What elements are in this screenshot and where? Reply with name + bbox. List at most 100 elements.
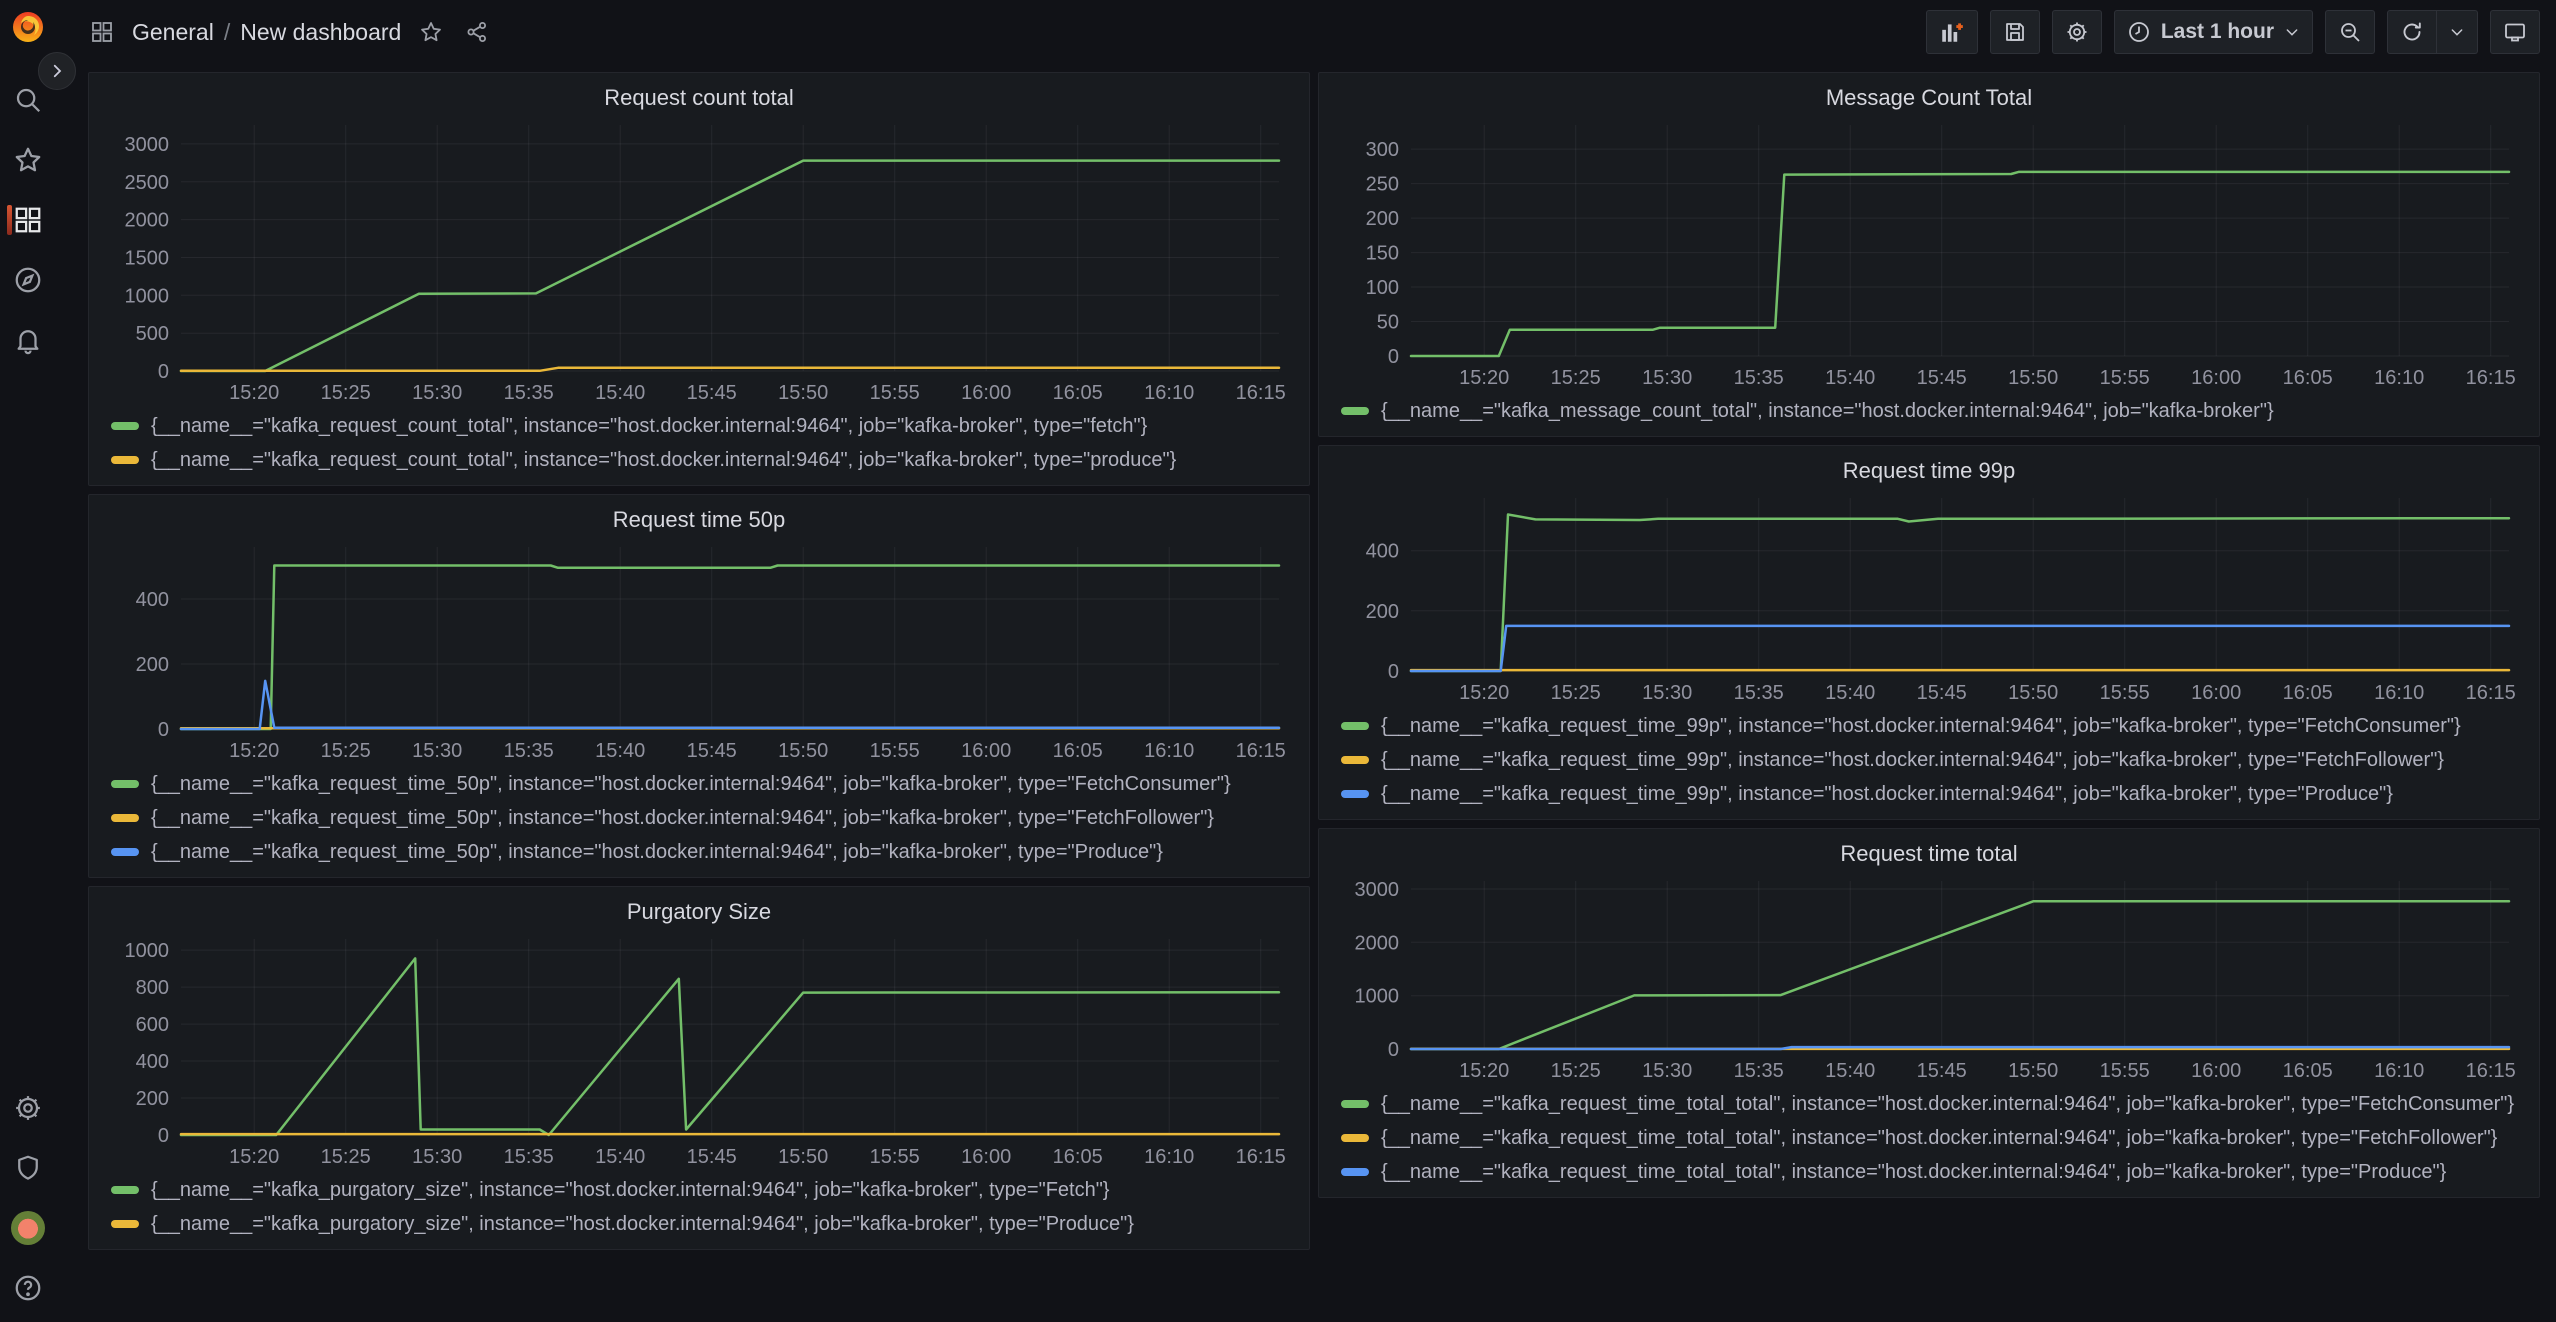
legend: {__name__="kafka_request_time_total_tota… bbox=[1335, 1085, 2523, 1191]
user-avatar bbox=[11, 1211, 45, 1245]
legend-item[interactable]: {__name__="kafka_request_time_50p", inst… bbox=[111, 767, 1293, 801]
zoom-out-button[interactable] bbox=[2325, 10, 2375, 54]
svg-text:400: 400 bbox=[136, 1051, 169, 1073]
svg-text:15:20: 15:20 bbox=[229, 740, 279, 762]
legend-item[interactable]: {__name__="kafka_request_time_total_tota… bbox=[1341, 1087, 2523, 1121]
legend-item[interactable]: {__name__="kafka_purgatory_size", instan… bbox=[111, 1173, 1293, 1207]
svg-text:16:15: 16:15 bbox=[2466, 1060, 2516, 1082]
apps-grid-icon bbox=[86, 16, 118, 48]
header: General / New dashboard Last 1 hour bbox=[56, 0, 2556, 64]
svg-text:16:10: 16:10 bbox=[2374, 1060, 2424, 1082]
legend-item[interactable]: {__name__="kafka_request_time_50p", inst… bbox=[111, 835, 1293, 869]
svg-text:250: 250 bbox=[1366, 174, 1399, 196]
dashboard-settings-button[interactable] bbox=[2052, 10, 2102, 54]
svg-text:15:45: 15:45 bbox=[1917, 682, 1967, 704]
svg-text:15:45: 15:45 bbox=[687, 740, 737, 762]
gear-icon bbox=[2065, 20, 2089, 44]
panel-title[interactable]: Request count total bbox=[105, 81, 1293, 115]
timeseries-chart[interactable]: 05001000150020002500300015:2015:2515:301… bbox=[105, 115, 1293, 407]
svg-text:15:50: 15:50 bbox=[778, 1146, 828, 1168]
svg-text:16:10: 16:10 bbox=[2374, 682, 2424, 704]
sidebar-expand-button[interactable] bbox=[38, 52, 76, 90]
svg-text:1000: 1000 bbox=[1355, 986, 1400, 1008]
sidebar-item-explore[interactable] bbox=[0, 260, 56, 300]
svg-text:15:50: 15:50 bbox=[778, 740, 828, 762]
svg-text:0: 0 bbox=[158, 361, 169, 383]
svg-text:15:20: 15:20 bbox=[229, 382, 279, 404]
legend-label: {__name__="kafka_request_time_99p", inst… bbox=[1381, 715, 2461, 738]
panel-title[interactable]: Purgatory Size bbox=[105, 895, 1293, 929]
share-dashboard-button[interactable] bbox=[461, 16, 493, 48]
panel-title[interactable]: Request time 99p bbox=[1335, 454, 2523, 488]
svg-text:16:05: 16:05 bbox=[1053, 1146, 1103, 1168]
svg-text:400: 400 bbox=[136, 589, 169, 611]
refresh-icon bbox=[2400, 20, 2424, 44]
svg-text:16:05: 16:05 bbox=[2283, 1060, 2333, 1082]
svg-text:16:00: 16:00 bbox=[961, 1146, 1011, 1168]
legend-item[interactable]: {__name__="kafka_request_time_total_tota… bbox=[1341, 1121, 2523, 1155]
time-range-label: Last 1 hour bbox=[2161, 20, 2274, 44]
sidebar-item-profile[interactable] bbox=[0, 1208, 56, 1248]
svg-text:200: 200 bbox=[1366, 208, 1399, 230]
legend: {__name__="kafka_message_count_total", i… bbox=[1335, 392, 2523, 430]
breadcrumb-page[interactable]: New dashboard bbox=[240, 19, 401, 46]
svg-text:15:25: 15:25 bbox=[321, 382, 371, 404]
svg-text:15:40: 15:40 bbox=[1825, 1060, 1875, 1082]
legend-item[interactable]: {__name__="kafka_request_time_total_tota… bbox=[1341, 1155, 2523, 1189]
svg-text:15:20: 15:20 bbox=[229, 1146, 279, 1168]
legend-swatch bbox=[111, 422, 139, 430]
svg-text:15:25: 15:25 bbox=[1551, 1060, 1601, 1082]
chevron-right-icon bbox=[48, 62, 66, 80]
timeseries-chart[interactable]: 020040015:2015:2515:3015:3515:4015:4515:… bbox=[1335, 488, 2523, 707]
svg-text:2000: 2000 bbox=[125, 210, 170, 232]
sidebar-item-alerting[interactable] bbox=[0, 320, 56, 360]
svg-text:16:15: 16:15 bbox=[1236, 740, 1286, 762]
legend-label: {__name__="kafka_request_time_50p", inst… bbox=[151, 773, 1231, 796]
svg-text:15:30: 15:30 bbox=[1642, 1060, 1692, 1082]
svg-text:16:05: 16:05 bbox=[1053, 382, 1103, 404]
time-range-picker[interactable]: Last 1 hour bbox=[2114, 10, 2313, 54]
svg-text:16:15: 16:15 bbox=[1236, 1146, 1286, 1168]
svg-text:0: 0 bbox=[158, 719, 169, 741]
timeseries-chart[interactable]: 05010015020025030015:2015:2515:3015:3515… bbox=[1335, 115, 2523, 392]
grafana-logo[interactable] bbox=[8, 6, 48, 46]
sidebar-item-configuration[interactable] bbox=[0, 1088, 56, 1128]
svg-text:16:15: 16:15 bbox=[1236, 382, 1286, 404]
help-icon bbox=[13, 1273, 43, 1303]
sidebar-item-dashboards[interactable] bbox=[0, 200, 56, 240]
refresh-interval-button[interactable] bbox=[2437, 10, 2478, 54]
panel-title[interactable]: Message Count Total bbox=[1335, 81, 2523, 115]
legend-item[interactable]: {__name__="kafka_request_time_99p", inst… bbox=[1341, 743, 2523, 777]
legend-item[interactable]: {__name__="kafka_purgatory_size", instan… bbox=[111, 1207, 1293, 1241]
sidebar-item-help[interactable] bbox=[0, 1268, 56, 1308]
add-panel-button[interactable] bbox=[1926, 10, 1978, 54]
save-dashboard-button[interactable] bbox=[1990, 10, 2040, 54]
svg-text:16:00: 16:00 bbox=[2191, 682, 2241, 704]
kiosk-mode-button[interactable] bbox=[2490, 10, 2540, 54]
legend-item[interactable]: {__name__="kafka_request_count_total", i… bbox=[111, 443, 1293, 477]
timeseries-chart[interactable]: 010002000300015:2015:2515:3015:3515:4015… bbox=[1335, 871, 2523, 1085]
svg-text:15:20: 15:20 bbox=[1459, 682, 1509, 704]
star-dashboard-button[interactable] bbox=[415, 16, 447, 48]
legend-item[interactable]: {__name__="kafka_request_time_50p", inst… bbox=[111, 801, 1293, 835]
panel-title[interactable]: Request time total bbox=[1335, 837, 2523, 871]
svg-text:15:30: 15:30 bbox=[412, 740, 462, 762]
panel-title[interactable]: Request time 50p bbox=[105, 503, 1293, 537]
refresh-button[interactable] bbox=[2387, 10, 2437, 54]
legend-item[interactable]: {__name__="kafka_request_count_total", i… bbox=[111, 409, 1293, 443]
svg-text:1000: 1000 bbox=[125, 285, 170, 307]
svg-text:16:10: 16:10 bbox=[1144, 740, 1194, 762]
svg-text:15:40: 15:40 bbox=[595, 740, 645, 762]
legend-swatch bbox=[111, 1220, 139, 1228]
breadcrumb-section[interactable]: General bbox=[132, 19, 214, 46]
timeseries-chart[interactable]: 0200400600800100015:2015:2515:3015:3515:… bbox=[105, 929, 1293, 1171]
svg-text:600: 600 bbox=[136, 1014, 169, 1036]
legend-item[interactable]: {__name__="kafka_request_time_99p", inst… bbox=[1341, 709, 2523, 743]
sidebar-item-server-admin[interactable] bbox=[0, 1148, 56, 1188]
legend-item[interactable]: {__name__="kafka_request_time_99p", inst… bbox=[1341, 777, 2523, 811]
legend-item[interactable]: {__name__="kafka_message_count_total", i… bbox=[1341, 394, 2523, 428]
sidebar-item-starred[interactable] bbox=[0, 140, 56, 180]
timeseries-chart[interactable]: 020040015:2015:2515:3015:3515:4015:4515:… bbox=[105, 537, 1293, 765]
breadcrumb: General / New dashboard bbox=[132, 19, 401, 46]
svg-text:16:05: 16:05 bbox=[2283, 682, 2333, 704]
